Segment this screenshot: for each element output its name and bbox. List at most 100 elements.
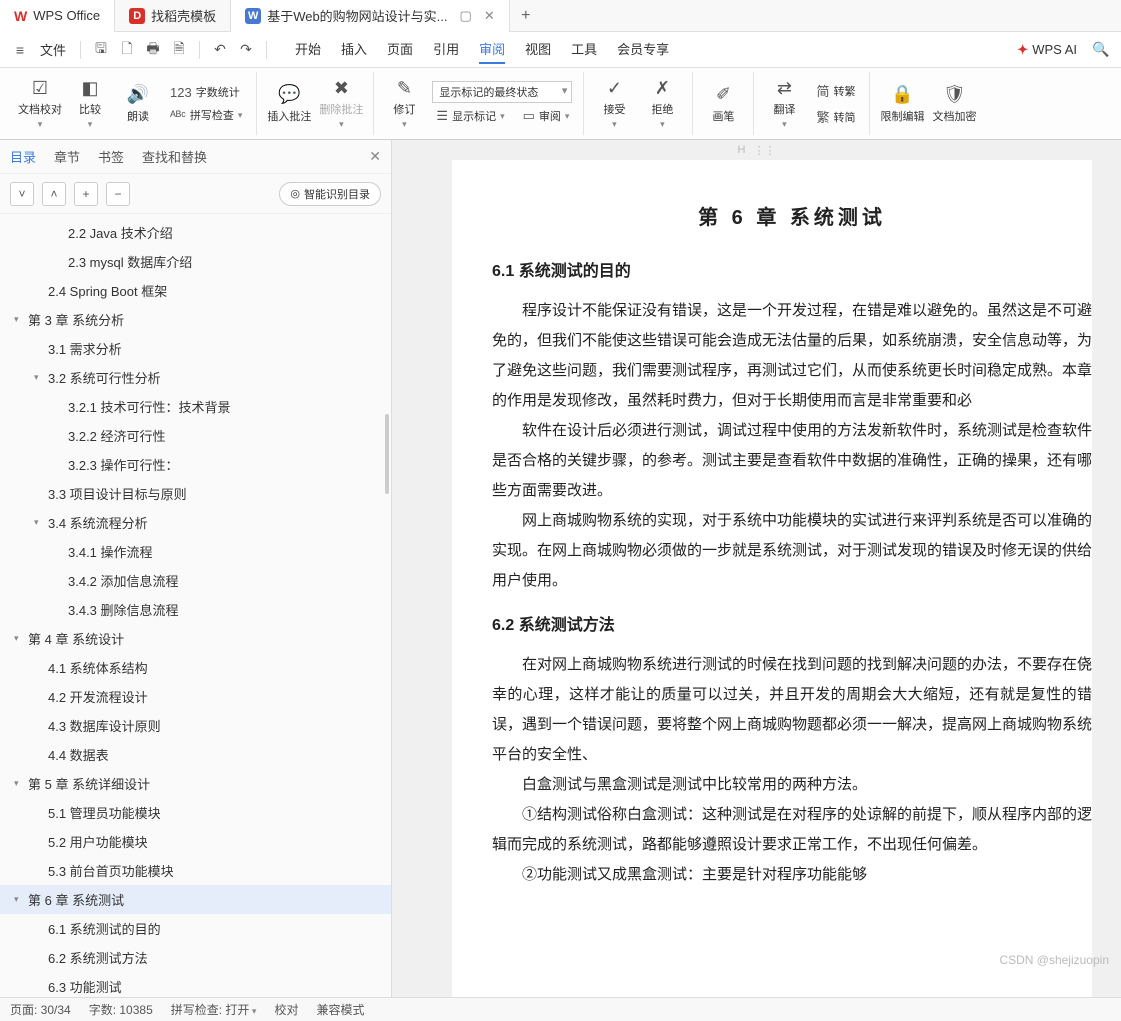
menu-tab-7[interactable]: 会员专享 [617, 35, 669, 64]
read-aloud-button[interactable]: 🔊朗读 [118, 84, 158, 124]
proof-status[interactable]: 校对 [274, 1001, 298, 1018]
sidebar-tab-1[interactable]: 章节 [54, 147, 80, 166]
toc-label: 第 5 章 系统详细设计 [28, 774, 150, 793]
to-simplified-button[interactable]: 繁转简 [812, 105, 859, 128]
print-preview-icon[interactable]: 🗎 [167, 38, 191, 62]
wps-ai-button[interactable]: ✦WPS AI [1017, 42, 1077, 58]
redo-icon[interactable]: ↷ [234, 38, 258, 62]
print-icon[interactable]: 🖶 [141, 38, 165, 62]
translate-button[interactable]: ⇄翻译 [764, 77, 804, 130]
close-tab-icon[interactable]: ✕ [484, 8, 495, 24]
word-count-button[interactable]: 123字数统计 [166, 82, 246, 102]
menu-tab-5[interactable]: 视图 [525, 35, 551, 64]
scrollbar-thumb[interactable] [385, 414, 389, 494]
spell-icon: ᴬᴮᶜ [170, 108, 186, 123]
ribbon-tabs: 开始插入页面引用审阅视图工具会员专享 [295, 35, 669, 64]
ai-icon: ✦ [1017, 42, 1028, 58]
file-menu[interactable]: 文件 [34, 40, 72, 59]
menu-tab-0[interactable]: 开始 [295, 35, 321, 64]
toc-item[interactable]: 3.1 需求分析 [0, 334, 391, 363]
toc-item[interactable]: 4.1 系统体系结构 [0, 653, 391, 682]
search-icon[interactable]: 🔍 [1089, 38, 1113, 62]
menu-tab-2[interactable]: 页面 [387, 35, 413, 64]
toc-item[interactable]: 3.3 项目设计目标与原则 [0, 479, 391, 508]
add-tab-button[interactable]: + [510, 7, 542, 25]
toc-item[interactable]: 2.2 Java 技术介绍 [0, 218, 391, 247]
toc-item[interactable]: 3.4.2 添加信息流程 [0, 566, 391, 595]
add-heading-button[interactable]: + [74, 182, 98, 206]
toc-item[interactable]: 6.1 系统测试的目的 [0, 914, 391, 943]
toc-item[interactable]: 3.4.3 删除信息流程 [0, 595, 391, 624]
toc-item[interactable]: 4.3 数据库设计原则 [0, 711, 391, 740]
show-markup-button[interactable]: ☰显示标记 [432, 106, 508, 126]
template-tab[interactable]: D找稻壳模板 [115, 0, 231, 32]
paragraph: 在对网上商城购物系统进行测试的时候在找到问题的找到解决问题的办法，不要存在侥幸的… [492, 650, 1092, 770]
toc-item[interactable]: 5.2 用户功能模块 [0, 827, 391, 856]
compat-mode[interactable]: 兼容模式 [316, 1001, 364, 1018]
remove-heading-button[interactable]: − [106, 182, 130, 206]
menu-tab-3[interactable]: 引用 [433, 35, 459, 64]
insert-comment-button[interactable]: 💬插入批注 [267, 84, 311, 124]
spell-status[interactable]: 拼写检查: 打开 [171, 1001, 257, 1018]
page-indicator[interactable]: 页面: 30/34 [10, 1001, 71, 1018]
toc-item[interactable]: 3.4.1 操作流程 [0, 537, 391, 566]
toc-item[interactable]: 4.4 数据表 [0, 740, 391, 769]
collapse-button[interactable]: ˅ [10, 182, 34, 206]
toc-item[interactable]: 2.4 Spring Boot 框架 [0, 276, 391, 305]
expand-button[interactable]: ˄ [42, 182, 66, 206]
toc-item[interactable]: 5.1 管理员功能模块 [0, 798, 391, 827]
toc-item[interactable]: ▾第 3 章 系统分析 [0, 305, 391, 334]
save-icon[interactable]: 🖫 [89, 38, 113, 62]
docer-icon: D [129, 8, 145, 24]
accept-button[interactable]: ✓接受 [594, 77, 634, 130]
saveas-icon[interactable]: 🗋 [115, 38, 139, 62]
word-count[interactable]: 字数: 10385 [89, 1001, 153, 1018]
pen-button[interactable]: ✐画笔 [703, 84, 743, 124]
encrypt-button[interactable]: 🛡文档加密 [932, 84, 976, 124]
toc-item[interactable]: 2.3 mysql 数据库介绍 [0, 247, 391, 276]
to-traditional-button[interactable]: 简转繁 [812, 79, 859, 102]
doc-proof-button[interactable]: ☑文档校对 [18, 77, 62, 130]
toc-item[interactable]: 5.3 前台首页功能模块 [0, 856, 391, 885]
toc-item[interactable]: 3.2.1 技术可行性：技术背景 [0, 392, 391, 421]
toc-item[interactable]: ▾第 5 章 系统详细设计 [0, 769, 391, 798]
app-tab[interactable]: WWPS Office [0, 0, 115, 32]
reject-button[interactable]: ✗拒绝 [642, 77, 682, 130]
toc-item[interactable]: ▾第 4 章 系统设计 [0, 624, 391, 653]
toc-item[interactable]: 4.2 开发流程设计 [0, 682, 391, 711]
delete-comment-icon: ✖ [334, 77, 349, 99]
simp-icon: 繁 [816, 107, 829, 126]
sidebar-tab-2[interactable]: 书签 [98, 147, 124, 166]
tab-window-icon[interactable]: ▢ [460, 8, 472, 24]
word-doc-icon: W [245, 8, 261, 24]
smart-toc-button[interactable]: ◎智能识别目录 [279, 182, 381, 206]
chapter-title: 第 6 章 系统测试 [492, 198, 1092, 238]
review-pane-button[interactable]: ▭审阅 [519, 106, 574, 126]
menu-tab-6[interactable]: 工具 [571, 35, 597, 64]
document-area[interactable]: H⋮⋮ 第 6 章 系统测试 6.1 系统测试的目的 程序设计不能保证没有错误，… [392, 140, 1121, 997]
toc-item[interactable]: ▾第 6 章 系统测试 [0, 885, 391, 914]
close-sidebar-icon[interactable]: ✕ [369, 148, 381, 165]
menu-tab-1[interactable]: 插入 [341, 35, 367, 64]
toc-item[interactable]: 3.2.2 经济可行性 [0, 421, 391, 450]
delete-comment-button[interactable]: ✖删除批注 [319, 77, 363, 130]
markup-icon: ☰ [436, 108, 448, 124]
sidebar-tab-3[interactable]: 查找和替换 [142, 147, 207, 166]
toc-item[interactable]: ▾3.4 系统流程分析 [0, 508, 391, 537]
toc-label: 3.3 项目设计目标与原则 [48, 484, 187, 503]
spell-check-button[interactable]: ᴬᴮᶜ拼写检查 [166, 105, 246, 125]
sidebar-tab-0[interactable]: 目录 [10, 147, 36, 166]
toc-item[interactable]: 6.2 系统测试方法 [0, 943, 391, 972]
toc-item[interactable]: ▾3.2 系统可行性分析 [0, 363, 391, 392]
reject-icon: ✗ [655, 77, 670, 99]
toc-item[interactable]: 3.2.3 操作可行性： [0, 450, 391, 479]
track-changes-button[interactable]: ✎修订 [384, 77, 424, 130]
toc-item[interactable]: 6.3 功能测试 [0, 972, 391, 997]
undo-icon[interactable]: ↶ [208, 38, 232, 62]
restrict-edit-button[interactable]: 🔒限制编辑 [880, 84, 924, 124]
display-mode-select[interactable]: 显示标记的最终状态 [432, 81, 572, 103]
compare-button[interactable]: ◧比较 [70, 77, 110, 130]
hamburger-icon[interactable]: ≡ [8, 38, 32, 62]
document-tab[interactable]: W基于Web的购物网站设计与实...▢✕ [231, 0, 510, 32]
menu-tab-4[interactable]: 审阅 [479, 35, 505, 64]
